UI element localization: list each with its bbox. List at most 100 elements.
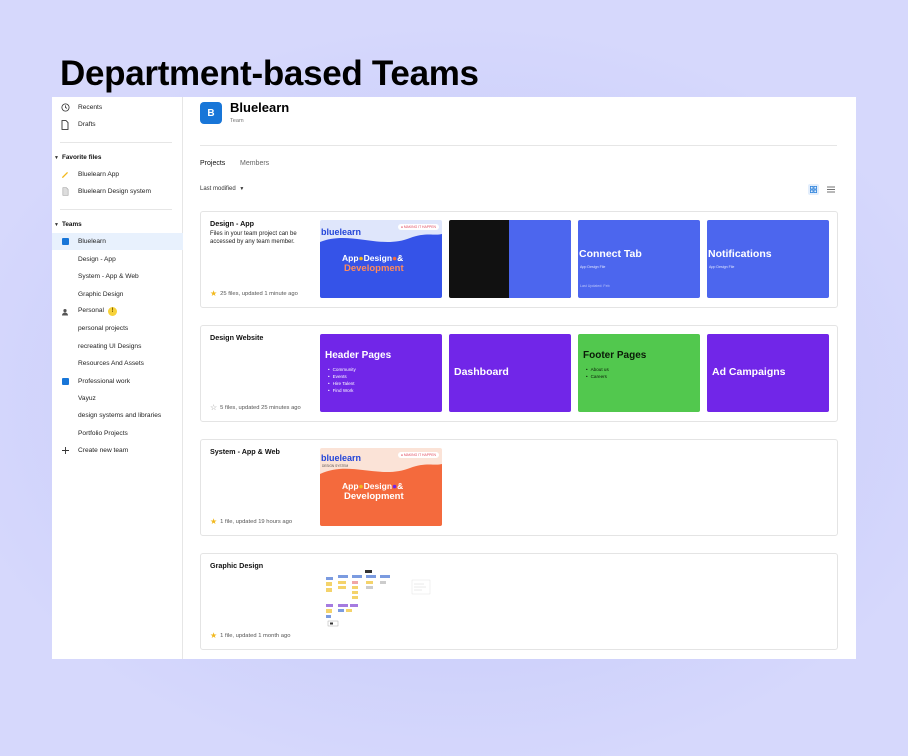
sidebar-item-bluelearn-app[interactable]: Bluelearn App: [52, 166, 183, 183]
thumb-list: Community Events Hire Talent Find Work: [328, 366, 356, 394]
thumb-title: Header Pages: [325, 350, 392, 361]
list-icon: [826, 186, 835, 193]
project-title: Design - App: [210, 219, 255, 228]
file-thumbnail[interactable]: Footer Pages About us Careers: [578, 334, 700, 412]
page-headline: Department-based Teams: [60, 54, 479, 93]
sidebar-item-label: Bluelearn Design system: [78, 188, 151, 195]
thumb-line: &: [397, 481, 404, 491]
sidebar-item-resources-and-assets[interactable]: Resources And Assets: [52, 355, 183, 372]
sidebar-item-bluelearn-design-system[interactable]: Bluelearn Design system: [52, 183, 183, 200]
sidebar-item-personal[interactable]: Personal!: [52, 303, 183, 320]
pen-icon: [60, 170, 70, 180]
sidebar-item-graphic-design[interactable]: Graphic Design: [52, 286, 183, 303]
clock-icon: [60, 103, 70, 113]
project-card-graphic-design[interactable]: Graphic Design ★ 1 file, updated 1 month…: [200, 553, 838, 650]
star-icon[interactable]: ★: [210, 631, 217, 640]
file-thumbnail[interactable]: bluelearn ● MAKING IT HAPPEN App●Design●…: [320, 220, 442, 298]
sidebar-item-personal-projects[interactable]: personal projects: [52, 320, 183, 337]
sidebar-item-label: Professional work: [78, 378, 131, 385]
sidebar-item-label: Design - App: [78, 256, 116, 263]
project-meta: ★ 1 file, updated 1 month ago: [210, 631, 291, 640]
thumb-line: Design: [363, 253, 393, 263]
tab-members[interactable]: Members: [240, 160, 269, 167]
thumb-line: Development: [344, 491, 404, 502]
team-logo: B: [200, 102, 222, 124]
team-name: Bluelearn: [230, 100, 290, 115]
sketch-canvas: [326, 570, 431, 627]
thumb-line: App: [342, 481, 359, 491]
sort-dropdown[interactable]: Last modified ▼: [200, 186, 244, 192]
sidebar-item-label: Resources And Assets: [78, 360, 144, 367]
thumb-subtitle: App Design File: [580, 265, 606, 269]
sidebar-item-label: Bluelearn: [78, 238, 106, 245]
team-square-icon: [60, 377, 70, 387]
project-card-design-website[interactable]: Design Website ☆ 5 files, updated 25 min…: [200, 325, 838, 422]
sidebar-item-design-app[interactable]: Design - App: [52, 251, 183, 268]
project-description: Files in your team project can be access…: [210, 231, 297, 245]
main-panel: B Bluelearn Team Projects Members Last m…: [183, 97, 856, 659]
tab-projects[interactable]: Projects: [200, 160, 225, 167]
file-thumbnail[interactable]: Header Pages Community Events Hire Talen…: [320, 334, 442, 412]
thumb-panel: [509, 220, 571, 298]
star-icon[interactable]: ★: [210, 289, 217, 298]
sidebar-item-label: recreating UI Designs: [78, 343, 142, 350]
thumb-title: Notifications: [708, 248, 772, 260]
project-title: System - App & Web: [210, 447, 280, 456]
sidebar-item-recreating-ui-designs[interactable]: recreating UI Designs: [52, 338, 183, 355]
thumb-updated: Last Updated: Feb: [580, 284, 610, 288]
file-thumbnail[interactable]: Ad Campaigns: [707, 334, 829, 412]
thumb-brand: bluelearn: [321, 453, 362, 463]
sidebar-item-drafts[interactable]: Drafts: [52, 116, 183, 133]
file-thumbnail[interactable]: bluelearn DESIGN SYSTEM ● MAKING IT HAPP…: [320, 448, 442, 526]
file-thumbnail[interactable]: [449, 220, 571, 298]
sidebar-item-label: Portfolio Projects: [78, 430, 128, 437]
thumb-subtitle: App Design File: [709, 265, 735, 269]
sidebar-item-design-systems-and-libraries[interactable]: design systems and libraries: [52, 407, 183, 424]
warning-badge: !: [108, 307, 118, 316]
grid-view-toggle[interactable]: [808, 184, 819, 195]
thumb-line: App: [342, 253, 359, 263]
thumb-title: Footer Pages: [583, 350, 647, 361]
file-thumbnail[interactable]: [320, 562, 442, 640]
teams-header[interactable]: ▼ Teams: [54, 221, 82, 228]
thumb-title: Dashboard: [454, 366, 509, 378]
sidebar-item-portfolio-projects[interactable]: Portfolio Projects: [52, 425, 183, 442]
file-thumbnail[interactable]: Dashboard: [449, 334, 571, 412]
sidebar-item-vayuz[interactable]: Vayuz: [52, 390, 183, 407]
sidebar-item-label: Create new team: [78, 447, 129, 454]
sidebar-item-system-app-web[interactable]: System - App & Web: [52, 268, 183, 285]
sidebar-item-label: Drafts: [78, 121, 96, 128]
sidebar-item-label: Bluelearn App: [78, 171, 120, 178]
file-thumbnail[interactable]: Notifications App Design File: [707, 220, 829, 298]
thumb-title: Ad Campaigns: [712, 366, 786, 378]
project-card-system-app-web[interactable]: System - App & Web ★ 1 file, updated 19 …: [200, 439, 838, 536]
project-card-design-app[interactable]: Design - App Files in your team project …: [200, 211, 838, 308]
project-meta: ☆ 5 files, updated 25 minutes ago: [210, 403, 301, 412]
sidebar-item-bluelearn[interactable]: Bluelearn: [52, 233, 183, 250]
sidebar-item-professional-work[interactable]: Professional work: [52, 373, 183, 390]
sidebar-item-label: Recents: [78, 104, 103, 111]
header-divider: [200, 145, 837, 146]
sidebar-item-recents[interactable]: Recents: [52, 99, 183, 116]
sidebar-divider: [60, 142, 172, 143]
team-square-icon: [60, 237, 70, 247]
thumb-tag: MAKING IT HAPPEN: [403, 453, 436, 457]
thumb-title: Connect Tab: [579, 248, 642, 260]
favorites-header[interactable]: ▼ Favorite files: [54, 154, 101, 161]
file-icon: [60, 119, 70, 130]
create-new-team-button[interactable]: Create new team: [52, 442, 183, 459]
sidebar-item-label: Graphic Design: [78, 291, 124, 298]
thumb-line: Design: [363, 481, 393, 491]
file-thumbnail[interactable]: Connect Tab App Design File Last Updated…: [578, 220, 700, 298]
thumb-line: Development: [344, 263, 404, 274]
list-view-toggle[interactable]: [825, 184, 836, 195]
sidebar-item-label: design systems and libraries: [78, 412, 162, 419]
star-icon[interactable]: ★: [210, 517, 217, 526]
sidebar-item-label: System - App & Web: [78, 273, 139, 280]
sidebar-divider: [60, 209, 172, 210]
chevron-down-icon: ▼: [54, 222, 59, 228]
grid-icon: [810, 186, 817, 193]
star-outline-icon[interactable]: ☆: [210, 403, 217, 412]
sidebar: Recents Drafts ▼ Favorite files Bluelearn…: [52, 97, 183, 659]
app-window: Recents Drafts ▼ Favorite files Bluelearn…: [52, 97, 856, 659]
